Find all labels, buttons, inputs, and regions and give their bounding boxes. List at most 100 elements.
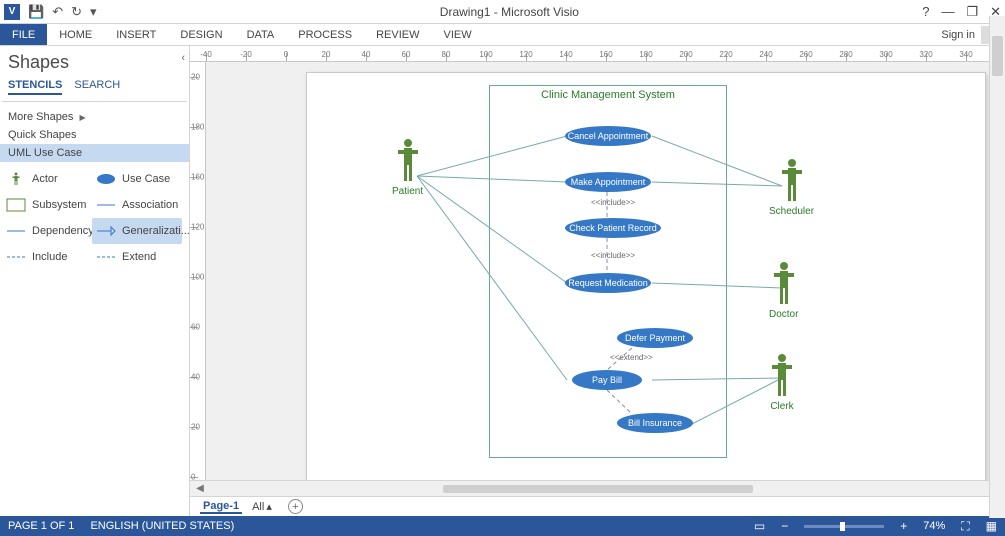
sign-in-label: Sign in: [941, 29, 975, 41]
more-shapes-category[interactable]: More Shapes ▶: [0, 108, 189, 126]
shape-association[interactable]: Association: [92, 192, 182, 218]
tab-view[interactable]: VIEW: [431, 24, 483, 45]
shape-label: Extend: [122, 251, 156, 263]
actor-patient[interactable]: Patient: [392, 138, 423, 197]
category-label: UML Use Case: [8, 147, 82, 159]
window-title: Drawing1 - Microsoft Visio: [97, 5, 923, 19]
uml-use-case-category[interactable]: UML Use Case: [0, 144, 189, 162]
shape-label: Include: [32, 251, 67, 263]
fit-page-icon[interactable]: ⛶: [961, 519, 969, 534]
shape-label: Dependency: [32, 225, 94, 237]
category-label: Quick Shapes: [8, 129, 76, 141]
shapes-title: Shapes: [8, 52, 181, 73]
shapes-pane: Shapes ‹ STENCILS SEARCH More Shapes ▶ Q…: [0, 46, 190, 516]
shape-label: Actor: [32, 173, 58, 185]
help-icon[interactable]: ?: [922, 4, 929, 20]
shape-grid: Actor Use Case Subsystem Association Dep…: [0, 162, 189, 274]
add-page-button[interactable]: +: [288, 499, 303, 514]
shapes-pane-header: Shapes ‹: [0, 46, 189, 75]
dashed-line-icon: [96, 250, 116, 264]
include-label-2: <<include>>: [591, 251, 635, 260]
usecase-check-patient-record[interactable]: Check Patient Record: [565, 218, 661, 238]
zoom-percent[interactable]: 74%: [923, 520, 945, 532]
shape-actor[interactable]: Actor: [2, 166, 92, 192]
minimize-icon[interactable]: —: [941, 4, 954, 20]
usecase-make-appointment[interactable]: Make Appointment: [565, 172, 651, 192]
tab-insert[interactable]: INSERT: [104, 24, 168, 45]
tab-file[interactable]: FILE: [0, 24, 47, 45]
zoom-out-icon[interactable]: −: [781, 519, 788, 533]
shape-include[interactable]: Include: [2, 244, 92, 270]
shape-use-case[interactable]: Use Case: [92, 166, 182, 192]
usecase-cancel-appointment[interactable]: Cancel Appointment: [565, 126, 651, 146]
rectangle-icon: [6, 198, 26, 212]
tab-home[interactable]: HOME: [47, 24, 104, 45]
search-tab[interactable]: SEARCH: [74, 79, 120, 95]
actor-icon: [6, 172, 26, 186]
zoom-slider[interactable]: [804, 525, 884, 528]
vertical-scrollbar[interactable]: [989, 16, 1005, 518]
usecase-defer-payment[interactable]: Defer Payment: [617, 328, 693, 348]
scrollbar-thumb[interactable]: [992, 36, 1003, 76]
shape-label: Subsystem: [32, 199, 86, 211]
actor-scheduler[interactable]: Scheduler: [769, 158, 814, 217]
canvas-body: 201801601201006040200 Clinic Management …: [190, 62, 1005, 480]
shape-generalization[interactable]: Generalizati...: [92, 218, 182, 244]
zoom-in-icon[interactable]: +: [900, 519, 907, 533]
shape-label: Association: [122, 199, 178, 211]
drawing-page[interactable]: Clinic Management System: [306, 72, 986, 480]
canvas-area: -40-200204060801001201401601802002202402…: [190, 46, 1005, 516]
scrollbar-thumb[interactable]: [443, 485, 753, 493]
status-page: PAGE 1 OF 1: [8, 520, 74, 532]
shape-dependency[interactable]: Dependency: [2, 218, 92, 244]
extend-label: <<extend>>: [610, 353, 653, 362]
stencils-tab[interactable]: STENCILS: [8, 79, 62, 95]
status-bar: PAGE 1 OF 1 ENGLISH (UNITED STATES) ▭ − …: [0, 516, 1005, 536]
shapes-pane-tabs: STENCILS SEARCH: [0, 75, 189, 101]
actor-label: Patient: [392, 186, 423, 197]
actor-doctor[interactable]: Doctor: [769, 261, 798, 320]
collapse-pane-icon[interactable]: ‹: [181, 52, 185, 64]
app-icon[interactable]: V: [4, 4, 20, 20]
tab-review[interactable]: REVIEW: [364, 24, 431, 45]
switch-windows-icon[interactable]: ▦: [986, 519, 997, 533]
redo-icon[interactable]: ↻: [71, 4, 82, 20]
include-label-1: <<include>>: [591, 198, 635, 207]
scroll-left-icon[interactable]: ◀: [194, 483, 206, 494]
scrollbar-track[interactable]: [210, 483, 985, 495]
ruler-vertical: 201801601201006040200: [190, 62, 206, 480]
quick-access-toolbar: V 💾 ↶ ↻ ▾: [4, 4, 97, 20]
actor-label: Clerk: [770, 401, 793, 412]
shape-extend[interactable]: Extend: [92, 244, 182, 270]
line-icon: [6, 224, 26, 238]
canvas-scroll[interactable]: Clinic Management System: [206, 62, 1005, 480]
all-pages-dropdown[interactable]: All ▴: [252, 500, 272, 513]
undo-icon[interactable]: ↶: [52, 4, 63, 20]
horizontal-scrollbar[interactable]: ◀ ▶: [190, 480, 1005, 496]
status-language[interactable]: ENGLISH (UNITED STATES): [90, 520, 234, 532]
actor-label: Scheduler: [769, 206, 814, 217]
page-tab-1[interactable]: Page-1: [200, 500, 242, 514]
ellipse-icon: [96, 172, 116, 186]
chevron-right-icon: ▶: [79, 113, 85, 122]
usecase-pay-bill[interactable]: Pay Bill: [572, 370, 642, 390]
restore-icon[interactable]: ❐: [966, 4, 978, 20]
all-label: All: [252, 501, 264, 513]
tab-data[interactable]: DATA: [235, 24, 287, 45]
shape-subsystem[interactable]: Subsystem: [2, 192, 92, 218]
shape-label: Generalizati...: [122, 225, 190, 237]
actor-clerk[interactable]: Clerk: [769, 353, 795, 412]
actor-label: Doctor: [769, 309, 798, 320]
tab-design[interactable]: DESIGN: [168, 24, 234, 45]
usecase-request-medication[interactable]: Request Medication: [565, 273, 651, 293]
presentation-mode-icon[interactable]: ▭: [754, 519, 765, 533]
page-tabs: Page-1 All ▴ +: [190, 496, 1005, 516]
ruler-horizontal: -40-200204060801001201401601802002202402…: [190, 46, 1005, 62]
zoom-slider-knob[interactable]: [840, 522, 845, 531]
quick-shapes-category[interactable]: Quick Shapes: [0, 126, 189, 144]
usecase-bill-insurance[interactable]: Bill Insurance: [617, 413, 693, 433]
save-icon[interactable]: 💾: [28, 4, 44, 20]
main-area: Shapes ‹ STENCILS SEARCH More Shapes ▶ Q…: [0, 46, 1005, 516]
tab-process[interactable]: PROCESS: [286, 24, 364, 45]
line-icon: [96, 198, 116, 212]
